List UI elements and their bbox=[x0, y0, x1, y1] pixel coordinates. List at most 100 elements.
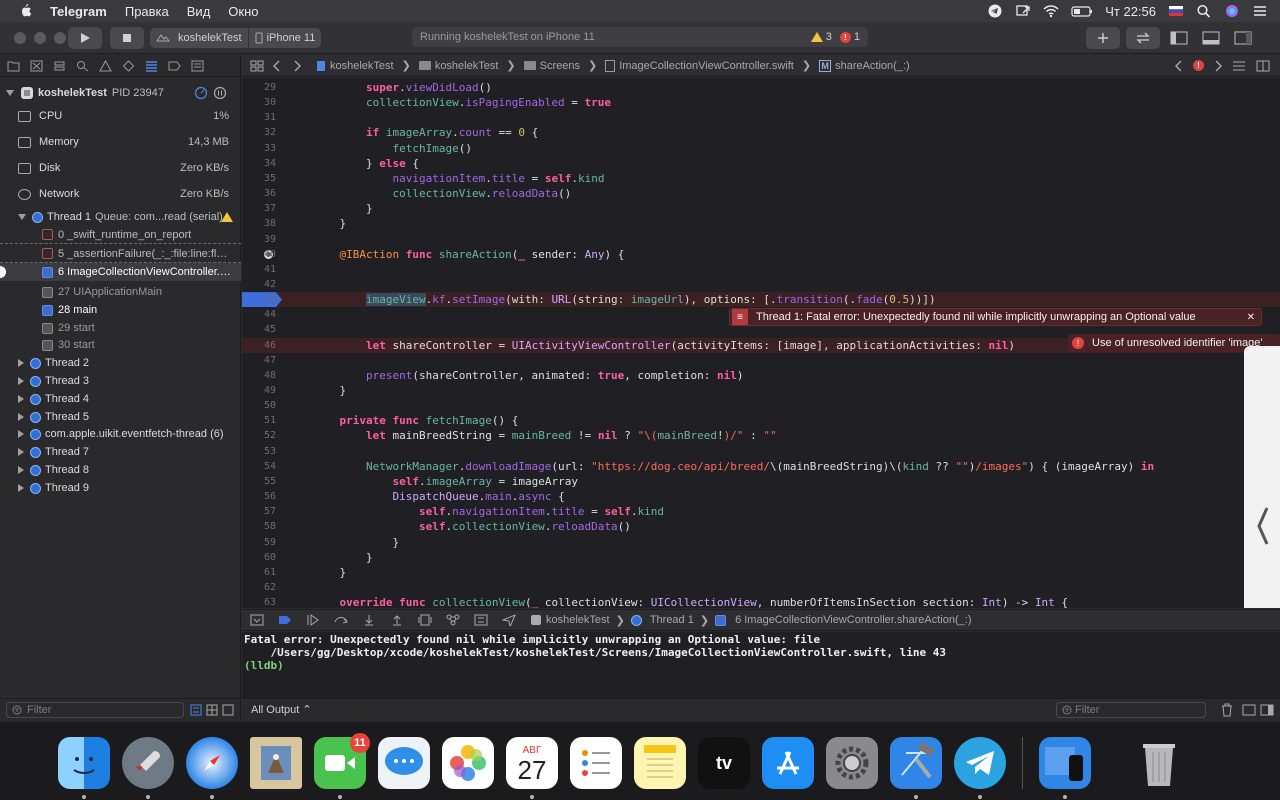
disclosure-open-icon[interactable] bbox=[6, 90, 14, 96]
code-line[interactable]: 40 @IBAction func shareAction(_ sender: … bbox=[242, 247, 1280, 262]
siri-icon[interactable] bbox=[1224, 4, 1240, 18]
code-line[interactable]: 52 let mainBreedString = mainBreed != ni… bbox=[242, 428, 1280, 443]
jump-crumb-group[interactable]: koshelekTest bbox=[418, 60, 498, 72]
code-line[interactable]: 31 bbox=[242, 110, 1280, 125]
stack-frame-row-selected[interactable]: 6 ImageCollectionViewController.s... bbox=[0, 263, 241, 281]
step-into-icon[interactable] bbox=[362, 614, 376, 626]
gauge-disk[interactable]: Disk Zero KB/s bbox=[0, 159, 241, 177]
gauge-memory[interactable]: Memory 14,3 MB bbox=[0, 133, 241, 151]
system-preferences-app[interactable] bbox=[826, 737, 878, 789]
breakpoint-navigator-icon[interactable] bbox=[168, 60, 181, 72]
menu-clock[interactable]: Чт 22:56 bbox=[1105, 4, 1156, 19]
spotlight-search-icon[interactable] bbox=[1196, 4, 1212, 18]
telegram-status-icon[interactable] bbox=[987, 4, 1003, 18]
share-status-icon[interactable] bbox=[1015, 4, 1031, 18]
debug-view-hierarchy-icon[interactable] bbox=[418, 614, 432, 626]
toggle-inspector-icon[interactable] bbox=[1234, 31, 1252, 45]
toggle-navigator-icon[interactable] bbox=[1170, 31, 1188, 45]
code-line[interactable]: 56 DispatchQueue.main.async { bbox=[242, 489, 1280, 504]
source-control-icon[interactable] bbox=[30, 60, 43, 72]
process-gauge-icon[interactable] bbox=[194, 86, 208, 100]
reminders-app[interactable] bbox=[570, 737, 622, 789]
gauge-cpu[interactable]: CPU 1% bbox=[0, 107, 241, 125]
stack-frame-row[interactable]: 28 main bbox=[0, 301, 241, 319]
jump-crumb-folder[interactable]: Screens bbox=[523, 60, 580, 72]
disclosure-closed-icon[interactable] bbox=[18, 359, 24, 367]
symbol-navigator-icon[interactable] bbox=[53, 60, 66, 72]
navigator-filter-input[interactable]: Filter bbox=[6, 701, 184, 718]
menu-app-name[interactable]: Telegram bbox=[50, 4, 107, 19]
chevron-left-icon[interactable] bbox=[1256, 506, 1270, 546]
filter-grid-icon[interactable] bbox=[206, 704, 218, 716]
pause-process-icon[interactable] bbox=[213, 86, 227, 100]
xcode-app[interactable] bbox=[890, 737, 942, 799]
toggle-debug-area-icon[interactable] bbox=[1202, 31, 1220, 45]
telegram-app[interactable] bbox=[954, 737, 1006, 799]
launchpad-app[interactable] bbox=[122, 737, 174, 799]
code-line[interactable]: 39 bbox=[242, 232, 1280, 247]
code-line[interactable]: 60 } bbox=[242, 550, 1280, 565]
disclosure-closed-icon[interactable] bbox=[18, 430, 24, 438]
memory-graph-icon[interactable] bbox=[446, 614, 460, 626]
code-line[interactable]: 42 bbox=[242, 277, 1280, 292]
facetime-app[interactable]: 11 bbox=[314, 733, 370, 799]
menu-window[interactable]: Окно bbox=[228, 4, 258, 19]
thread-row[interactable]: Thread 4 bbox=[0, 390, 241, 408]
debug-crumb-thread[interactable]: Thread 1 bbox=[630, 614, 694, 626]
code-line[interactable]: 53 bbox=[242, 444, 1280, 459]
simulator-app[interactable] bbox=[1039, 737, 1091, 799]
next-issue-icon[interactable] bbox=[1214, 60, 1222, 72]
related-items-icon[interactable] bbox=[250, 60, 264, 72]
trash-app[interactable] bbox=[1133, 737, 1185, 789]
forward-arrow-icon[interactable] bbox=[292, 60, 302, 72]
apple-tv-app[interactable]: tv bbox=[698, 737, 750, 789]
scheme-selector[interactable]: koshelekTest iPhone 11 bbox=[150, 27, 322, 49]
notes-app[interactable] bbox=[634, 737, 686, 789]
simulate-location-icon[interactable] bbox=[502, 614, 516, 626]
disclosure-closed-icon[interactable] bbox=[18, 484, 24, 492]
code-line[interactable]: 36 collectionView.reloadData() bbox=[242, 186, 1280, 201]
code-line[interactable]: 47 bbox=[242, 353, 1280, 368]
simulator-window-edge[interactable] bbox=[1244, 346, 1280, 608]
editor-options-icon[interactable] bbox=[1232, 60, 1246, 72]
console-filter-input[interactable]: Filter bbox=[1056, 701, 1206, 718]
stack-frame-row[interactable]: 29 start bbox=[0, 319, 241, 337]
thread-row[interactable]: Thread 3 bbox=[0, 372, 241, 390]
battery-icon[interactable] bbox=[1071, 4, 1093, 18]
apple-icon[interactable] bbox=[16, 4, 36, 18]
code-line[interactable]: 51 private func fetchImage() { bbox=[242, 413, 1280, 428]
messages-app[interactable] bbox=[378, 737, 430, 789]
stop-button[interactable] bbox=[110, 27, 144, 49]
stack-frame-row[interactable]: 5 _assertionFailure(_:_:file:line:flags:… bbox=[0, 245, 241, 263]
scheme-project[interactable]: koshelekTest bbox=[150, 28, 248, 48]
disclosure-closed-icon[interactable] bbox=[18, 413, 24, 421]
issue-indicator-icon[interactable]: ! bbox=[1193, 60, 1204, 71]
code-line[interactable]: 55 self.imageArray = imageArray bbox=[242, 474, 1280, 489]
preview-app[interactable] bbox=[250, 737, 302, 789]
finder-app[interactable] bbox=[58, 737, 110, 799]
back-arrow-icon[interactable] bbox=[272, 60, 282, 72]
disclosure-open-icon[interactable] bbox=[18, 214, 26, 220]
disclosure-closed-icon[interactable] bbox=[18, 466, 24, 474]
jump-crumb-project[interactable]: koshelekTest bbox=[316, 60, 394, 72]
thread-row[interactable]: Thread 9 bbox=[0, 479, 241, 497]
close-window-button[interactable] bbox=[14, 31, 26, 44]
fatal-error-banner[interactable]: ≡ Thread 1: Fatal error: Unexpectedly fo… bbox=[729, 308, 1262, 326]
safari-app[interactable] bbox=[186, 737, 238, 799]
debug-crumb-frame[interactable]: 6 ImageCollectionViewController.shareAct… bbox=[715, 614, 971, 626]
close-banner-icon[interactable]: ✕ bbox=[1247, 312, 1255, 323]
thread-row[interactable]: Thread 2 bbox=[0, 354, 241, 372]
environment-overrides-icon[interactable] bbox=[474, 614, 488, 626]
disclosure-closed-icon[interactable] bbox=[18, 377, 24, 385]
code-line[interactable]: 50 bbox=[242, 398, 1280, 413]
disclosure-closed-icon[interactable] bbox=[18, 448, 24, 456]
thread-1-row[interactable]: Thread 1 Queue: com...read (serial) bbox=[0, 208, 241, 226]
step-out-icon[interactable] bbox=[390, 614, 404, 626]
project-navigator-icon[interactable] bbox=[7, 60, 20, 72]
continue-icon[interactable] bbox=[306, 614, 320, 626]
stack-frame-row[interactable]: 30 start bbox=[0, 336, 241, 354]
thread-row[interactable]: com.apple.uikit.eventfetch-thread (6) bbox=[0, 425, 241, 443]
trash-icon[interactable] bbox=[1220, 703, 1234, 717]
previous-issue-icon[interactable] bbox=[1175, 60, 1183, 72]
library-button[interactable] bbox=[1086, 27, 1120, 49]
